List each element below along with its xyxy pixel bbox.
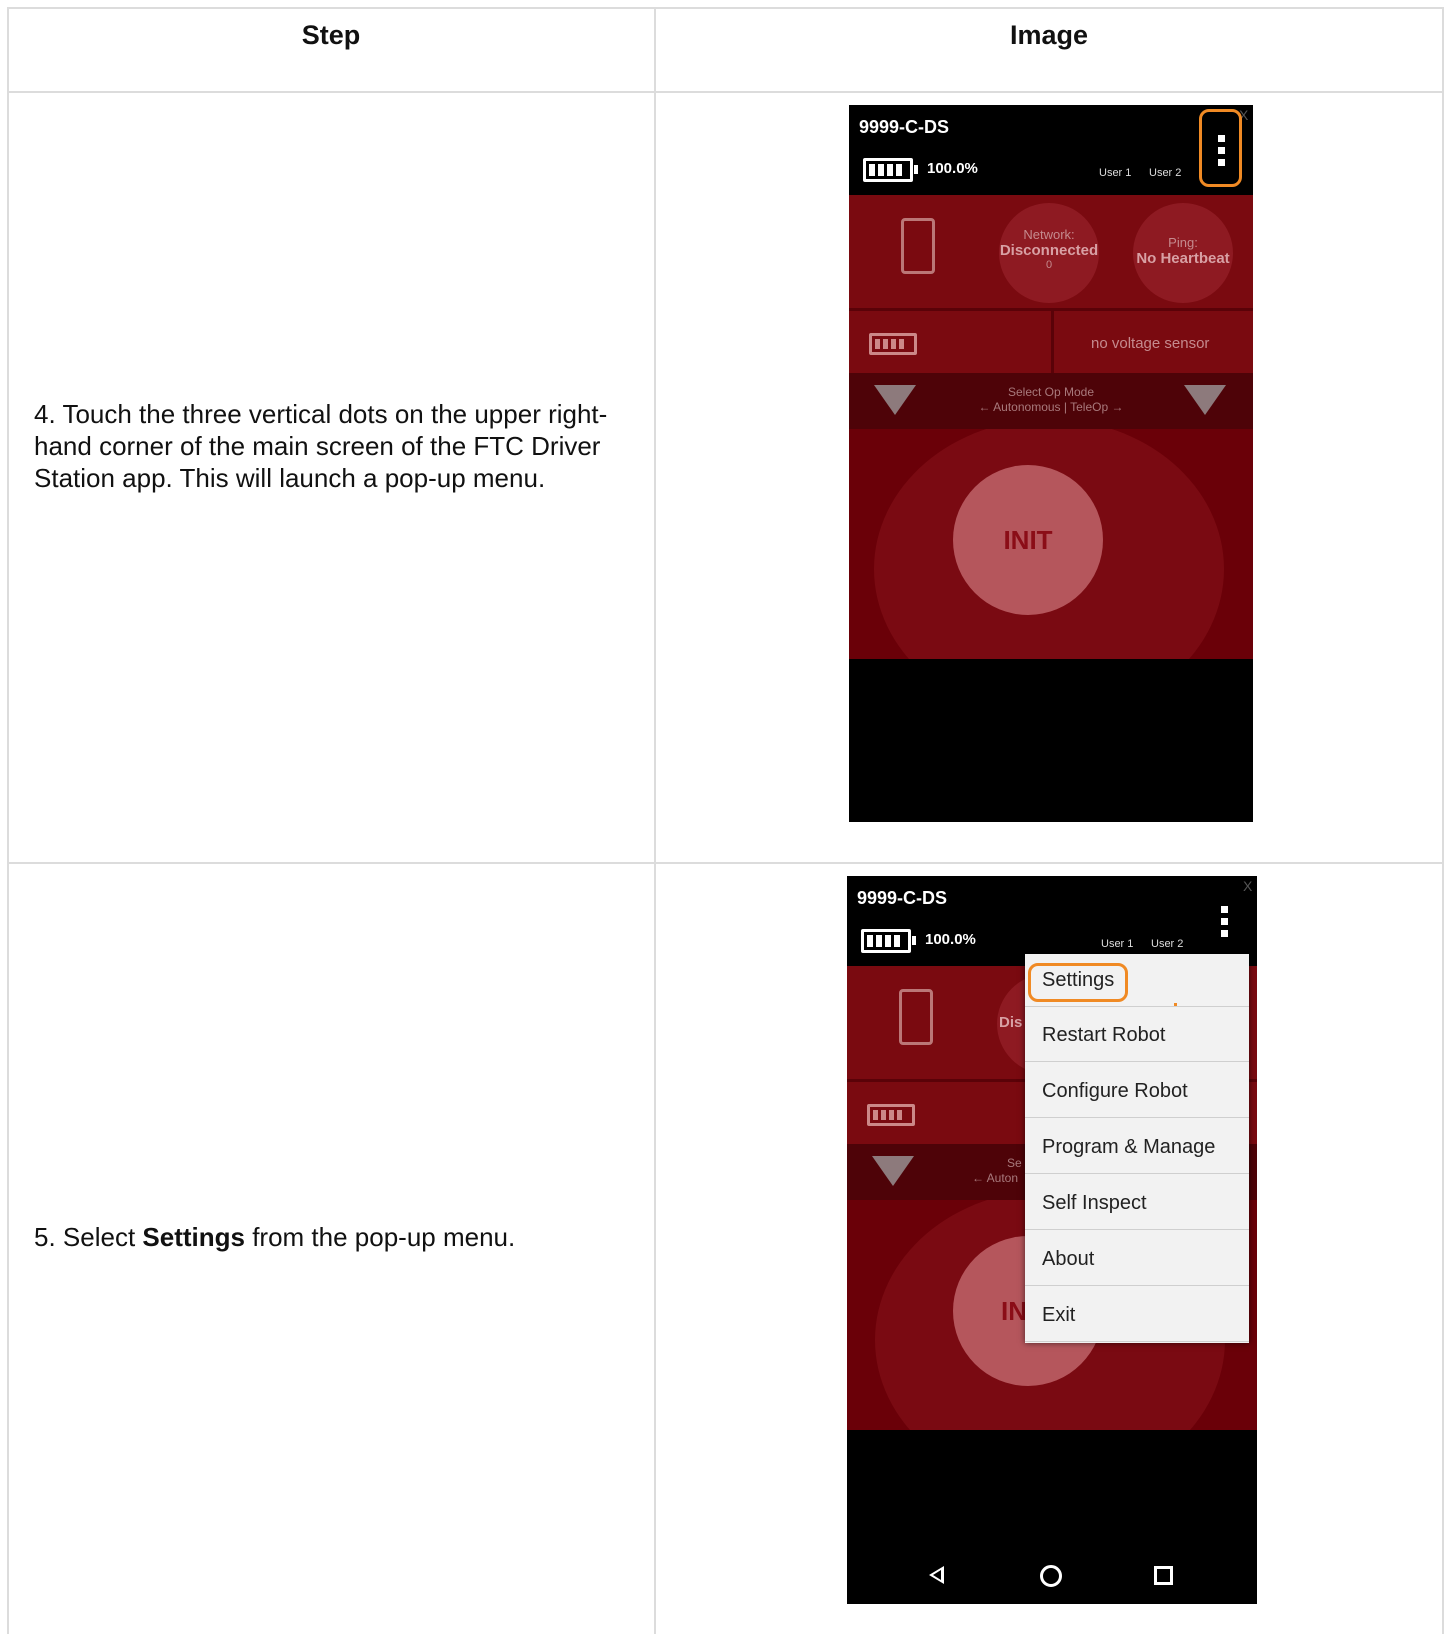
user-2-label: User 2 [1151,938,1184,950]
table-border-right [1442,7,1444,1634]
battery-icon [863,158,918,182]
status-panel: Network: Disconnected 0 Ping: No Heartbe… [849,195,1253,310]
no-voltage-sensor: no voltage sensor [1091,335,1210,352]
menu-item-program-manage[interactable]: Program & Manage [1025,1121,1249,1174]
ping-status: Ping: No Heartbeat [1133,203,1233,303]
close-icon[interactable]: X [1243,878,1252,894]
menu-item-exit[interactable]: Exit [1025,1289,1249,1342]
op-mode-left-arrow-icon[interactable] [872,1156,914,1186]
op-mode-title: Select Op Mode [1007,385,1095,399]
highlight-settings [1028,963,1128,1002]
popup-menu: Settings Restart Robot Configure Robot P… [1025,954,1249,1343]
voltage-panel: no voltage sensor [849,311,1253,373]
table-header-divider [7,91,1444,93]
op-mode-selector[interactable]: Select Op Mode ← Autonomous | TeleOp → [849,373,1253,429]
battery-percent: 100.0% [925,931,976,948]
step-5-text: 5. Select Settings from the pop-up menu. [34,1222,516,1252]
phone-screenshot-menu: 9999-C-DS 100.0% User 1 User 2 X Dis Se … [847,876,1257,1604]
robot-battery-icon [869,333,917,355]
back-icon[interactable] [929,1566,944,1584]
android-nav-bar [847,1565,1257,1602]
phone-screenshot-main: 9999-C-DS 100.0% User 1 User 2 X Network… [849,105,1253,822]
step-5-bold: Settings [142,1222,245,1252]
home-icon[interactable] [1040,1565,1062,1587]
table-row-divider [7,862,1444,864]
header-step: Step [301,20,361,50]
user-1-label: User 1 [1099,167,1132,179]
step-4-text: 4. Touch the three vertical dots on the … [34,399,608,493]
header-image: Image [1009,20,1089,50]
table-border-left [7,7,9,1634]
table-column-divider [654,7,656,1634]
robot-battery-icon [867,1104,915,1126]
battery-percent: 100.0% [927,160,978,177]
network-status: Network: Disconnected 0 [999,203,1099,303]
app-title: 9999-C-DS [857,888,948,908]
user-2-label: User 2 [1149,167,1182,179]
init-button[interactable]: INIT [953,465,1103,615]
app-title: 9999-C-DS [859,117,950,137]
highlight-dots [1199,109,1242,187]
menu-item-restart-robot[interactable]: Restart Robot [1025,1009,1249,1062]
more-vert-icon[interactable] [1219,906,1229,942]
menu-item-about[interactable]: About [1025,1233,1249,1286]
menu-item-self-inspect[interactable]: Self Inspect [1025,1177,1249,1230]
op-mode-sub: ← Autonomous | TeleOp → [978,400,1124,414]
battery-icon [861,929,916,953]
robot-phone-icon [901,218,935,274]
init-area: INIT [849,429,1253,659]
recents-icon[interactable] [1154,1566,1173,1585]
table-border-top [7,7,1444,9]
user-1-label: User 1 [1101,938,1134,950]
menu-item-configure-robot[interactable]: Configure Robot [1025,1065,1249,1118]
robot-phone-icon [899,989,933,1045]
